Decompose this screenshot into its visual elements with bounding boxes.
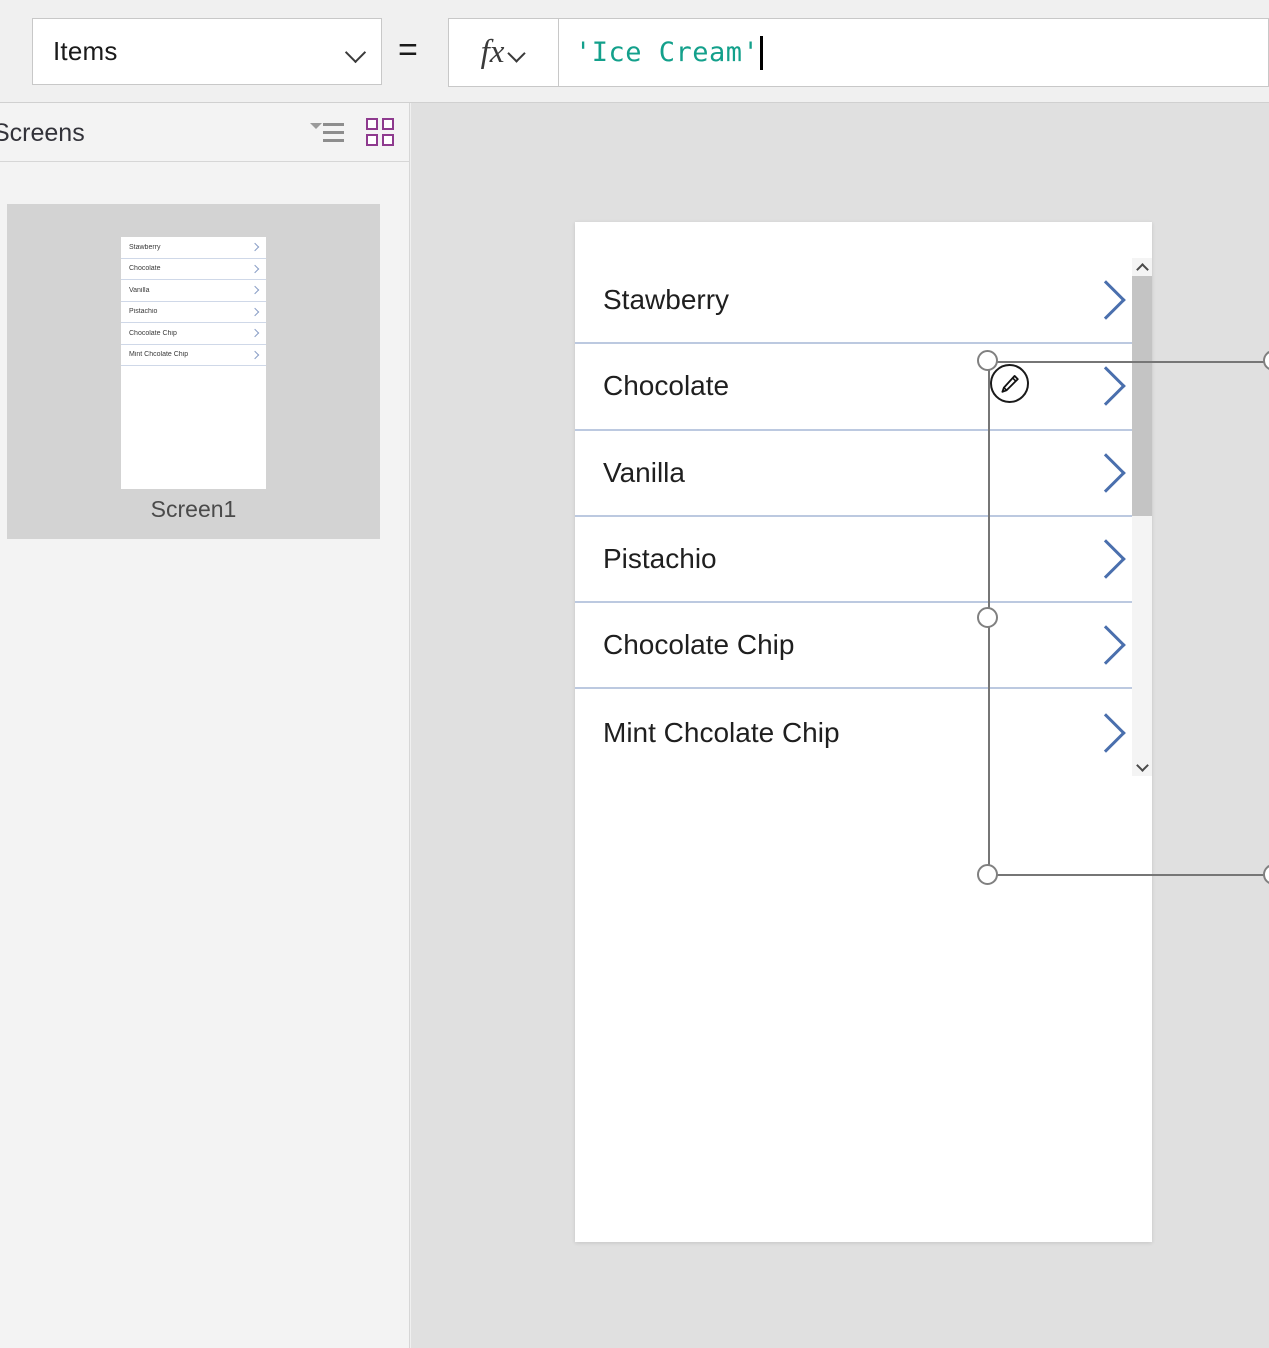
chevron-right-icon [251, 243, 259, 251]
chevron-right-icon [251, 351, 259, 359]
fx-button[interactable]: fx [448, 18, 558, 87]
equals-sign: = [398, 31, 418, 69]
gallery-row-label: Stawberry [603, 284, 730, 316]
gallery-row[interactable]: Stawberry [575, 258, 1152, 345]
powerapps-studio: Items = fx 'Ice Cream' Screens Stawberry… [0, 0, 1269, 1348]
list-item: Vanilla [121, 280, 266, 302]
list-item: Pistachio [121, 302, 266, 323]
formula-bar: Items = fx 'Ice Cream' [0, 0, 1269, 103]
gallery-row-label: Mint Chcolate Chip [603, 716, 840, 748]
selection-handle-bottom-left[interactable] [977, 864, 998, 885]
selection-handle-top-center[interactable] [1263, 350, 1269, 371]
scrollbar-thumb[interactable] [1132, 276, 1152, 516]
chevron-right-icon[interactable] [1088, 537, 1122, 581]
chevron-right-icon [251, 329, 259, 337]
edit-gallery-button[interactable] [990, 364, 1029, 403]
screen-thumbnail-tile[interactable]: Stawberry Chocolate Vanilla Pistachio Ch… [7, 204, 380, 539]
list-item-label: Mint Chcolate Chip [129, 351, 189, 359]
list-item: Chocolate Chip [121, 323, 266, 345]
selection-handle-middle-left[interactable] [977, 607, 998, 628]
gallery-row[interactable]: Chocolate Chip [575, 603, 1152, 690]
selection-handle-bottom-center[interactable] [1263, 864, 1269, 885]
grid-view-button[interactable] [363, 115, 399, 151]
screen-thumbnail-preview: Stawberry Chocolate Vanilla Pistachio Ch… [121, 237, 266, 489]
screens-panel: Screens Stawberry Chocolate Vanilla Pist… [0, 103, 410, 1348]
chevron-down-icon [508, 44, 526, 62]
selection-handle-top-left[interactable] [977, 350, 998, 371]
gallery-row-label: Pistachio [603, 543, 717, 575]
list-item-label: Stawberry [129, 243, 161, 251]
gallery-row-label: Chocolate Chip [603, 629, 795, 661]
panel-header-actions [309, 103, 399, 162]
list-item: Mint Chcolate Chip [121, 345, 266, 366]
property-dropdown-label: Items [53, 36, 118, 66]
chevron-down-icon[interactable] [1132, 758, 1152, 776]
chevron-right-icon[interactable] [1088, 451, 1122, 495]
list-item-label: Chocolate Chip [129, 329, 177, 337]
canvas-area[interactable]: Stawberry Chocolate Vanilla Pistachio Ch… [411, 103, 1269, 1348]
list-item-label: Pistachio [129, 308, 158, 316]
panel-title: Screens [0, 119, 85, 147]
screen-name-label: Screen1 [150, 496, 237, 522]
list-item: Chocolate [121, 259, 266, 280]
chevron-right-icon [251, 308, 259, 316]
formula-input[interactable]: 'Ice Cream' [558, 18, 1269, 87]
chevron-right-icon[interactable] [1088, 623, 1122, 667]
app-screen-canvas[interactable]: Stawberry Chocolate Vanilla Pistachio Ch… [575, 222, 1152, 1242]
tree-view-icon [310, 119, 344, 147]
chevron-down-icon [345, 41, 367, 63]
grid-view-icon [366, 117, 396, 148]
chevron-right-icon[interactable] [1088, 278, 1122, 322]
chevron-right-icon [251, 286, 259, 294]
screens-panel-header: Screens [0, 103, 409, 162]
chevron-right-icon[interactable] [1088, 711, 1122, 755]
property-dropdown[interactable]: Items [32, 18, 382, 85]
gallery-row[interactable]: Mint Chcolate Chip [575, 689, 1152, 775]
pencil-icon [1001, 374, 1019, 393]
list-item-label: Vanilla [129, 286, 150, 294]
fx-icon: fx [480, 34, 505, 70]
gallery-control[interactable]: Stawberry Chocolate Vanilla Pistachio Ch… [575, 258, 1152, 776]
gallery-row[interactable]: Pistachio [575, 517, 1152, 604]
chevron-right-icon [251, 265, 259, 273]
chevron-up-icon[interactable] [1132, 258, 1152, 276]
text-cursor [760, 35, 764, 70]
gallery-row[interactable]: Chocolate [575, 344, 1152, 431]
gallery-row-label: Vanilla [603, 456, 685, 488]
tree-view-button[interactable] [309, 115, 345, 151]
list-item-label: Chocolate [129, 265, 161, 273]
gallery-row[interactable]: Vanilla [575, 431, 1152, 517]
gallery-scrollbar[interactable] [1132, 258, 1152, 776]
chevron-right-icon[interactable] [1088, 364, 1122, 408]
formula-text: 'Ice Cream' [575, 37, 760, 68]
list-item: Stawberry [121, 237, 266, 259]
